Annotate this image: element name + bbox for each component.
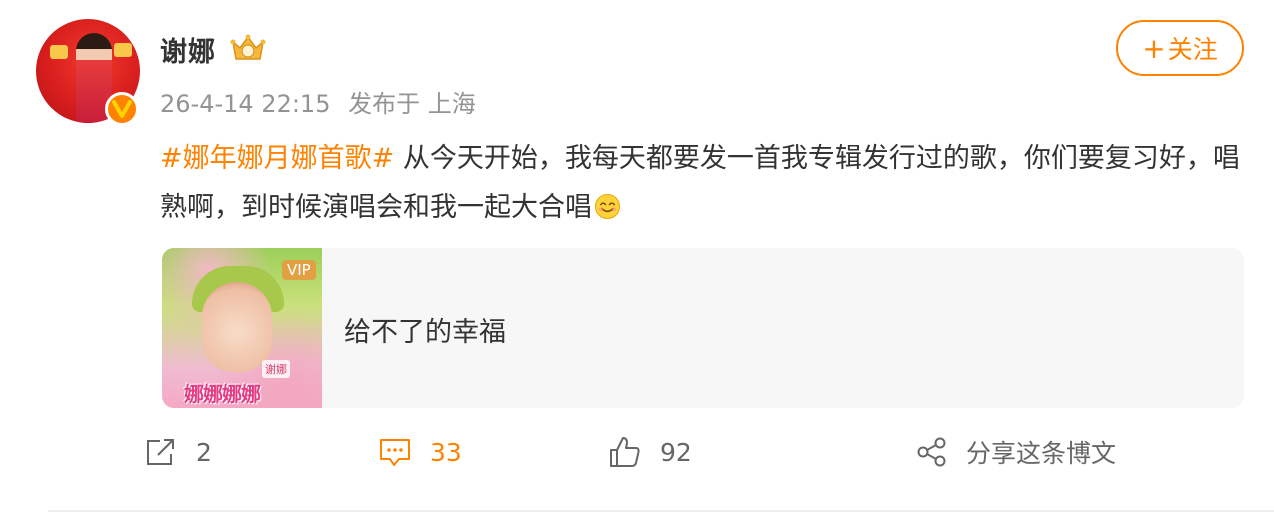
cover-face xyxy=(202,282,272,372)
comment-icon xyxy=(380,439,410,466)
bottom-fade-overlay xyxy=(950,462,1270,510)
lantern-decoration xyxy=(114,43,132,57)
lantern-decoration xyxy=(50,45,68,59)
topic-link[interactable]: #娜年娜月娜首歌# xyxy=(160,143,394,174)
repost-button[interactable]: 2 xyxy=(144,430,212,474)
comment-button[interactable]: 33 xyxy=(378,430,462,474)
like-button[interactable]: 92 xyxy=(608,430,692,474)
smile-emoji-icon xyxy=(594,193,621,220)
follow-label: 关注 xyxy=(1167,35,1218,64)
cover-album-title: 娜娜娜娜 xyxy=(184,382,261,406)
cover-artist: 谢娜 xyxy=(262,360,290,378)
post-source: 发布于 上海 xyxy=(348,90,476,118)
vip-badge: VIP xyxy=(282,260,316,280)
music-card[interactable]: 谢娜 娜娜娜娜 VIP 给不了的幸福 xyxy=(162,248,1244,408)
comment-count: 33 xyxy=(430,437,462,467)
song-title: 给不了的幸福 xyxy=(344,317,506,348)
post-meta: 26-4-14 22:15 发布于 上海 xyxy=(160,84,476,119)
plus-icon: + xyxy=(1142,31,1166,65)
post-time[interactable]: 26-4-14 22:15 xyxy=(160,90,330,118)
verified-badge-icon xyxy=(105,92,139,126)
repost-icon xyxy=(147,439,174,465)
thumbs-up-icon xyxy=(610,437,640,467)
divider xyxy=(48,510,1274,512)
weibo-post: 谢娜 26-4-14 22:15 发布于 上海 + 关注 #娜年娜月娜首歌# 从… xyxy=(0,0,1274,514)
crown-badge-icon[interactable] xyxy=(230,32,266,64)
follow-button[interactable]: + 关注 xyxy=(1116,20,1244,76)
album-cover: 谢娜 娜娜娜娜 VIP xyxy=(162,248,322,408)
share-icon xyxy=(917,437,946,467)
author-name[interactable]: 谢娜 xyxy=(160,30,216,69)
repost-count: 2 xyxy=(196,437,212,467)
like-count: 92 xyxy=(660,437,692,467)
post-content: #娜年娜月娜首歌# 从今天开始，我每天都要发一首我专辑发行过的歌，你们要复习好，… xyxy=(160,134,1240,232)
